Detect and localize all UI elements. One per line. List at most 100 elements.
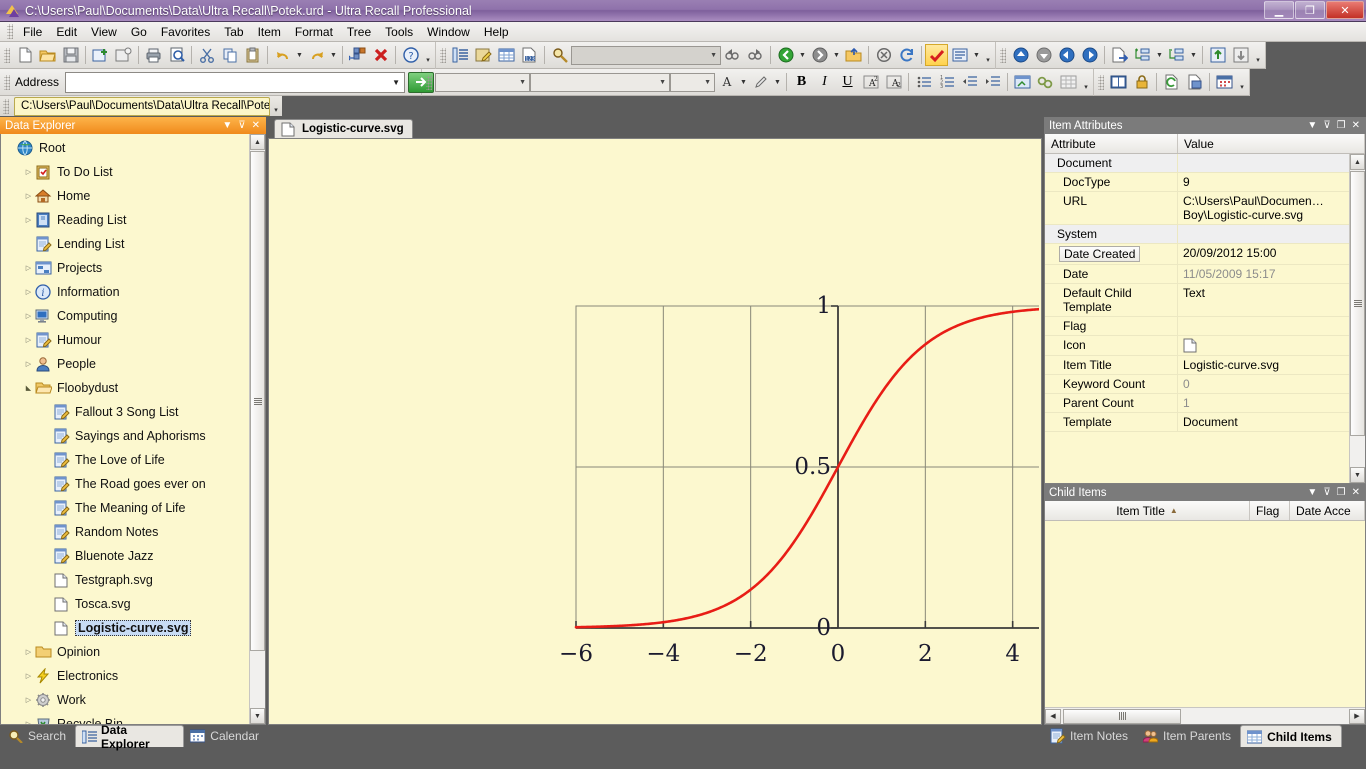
help-icon[interactable]: ? <box>399 44 422 66</box>
toolbar-grip[interactable] <box>1000 47 1006 63</box>
attribute-row[interactable]: Template Document <box>1045 413 1365 432</box>
promote-icon[interactable] <box>1206 44 1229 66</box>
export-icon[interactable] <box>1183 71 1206 93</box>
back-icon[interactable] <box>774 44 797 66</box>
expander-collapsed-icon[interactable]: ▷ <box>23 167 34 178</box>
scroll-thumb[interactable] <box>1350 171 1365 436</box>
find-previous-icon[interactable] <box>721 44 744 66</box>
tree-item-opinion[interactable]: ▷ Opinion <box>1 640 265 664</box>
bottom-tab-item-notes[interactable]: Item Notes <box>1044 725 1137 747</box>
tree-item-the-meaning-of-life[interactable]: The Meaning of Life <box>1 496 265 520</box>
tree-item-electronics[interactable]: ▷ Electronics <box>1 664 265 688</box>
scroll-down-button[interactable]: ▼ <box>250 708 265 724</box>
tree-item-random-notes[interactable]: Random Notes <box>1 520 265 544</box>
item-attributes-grid[interactable]: Attribute Value Document DocType 9 URL C:\Us… <box>1044 134 1366 484</box>
print-icon[interactable] <box>142 44 165 66</box>
attribute-row[interactable]: Icon <box>1045 336 1365 356</box>
menu-view[interactable]: View <box>84 23 124 41</box>
save-icon[interactable] <box>59 44 82 66</box>
close-icon[interactable]: ✕ <box>1352 120 1360 131</box>
tree-item-computing[interactable]: ▷ Computing <box>1 304 265 328</box>
grid-view-icon[interactable] <box>495 44 518 66</box>
scroll-left-button[interactable]: ◀ <box>1045 708 1061 724</box>
font-size-combo[interactable]: ▼ <box>670 72 715 92</box>
menu-grip[interactable] <box>7 24 13 39</box>
scroll-up-button[interactable]: ▲ <box>1350 154 1365 170</box>
maximize-icon[interactable]: ❐ <box>1337 487 1346 498</box>
calendar-icon[interactable] <box>1213 71 1236 93</box>
refresh-icon[interactable] <box>895 44 918 66</box>
child-items-grid[interactable]: Item Title ▲ Flag Date Acce ◀ ▶ <box>1044 501 1366 725</box>
expand-tree-dropdown[interactable]: ▼ <box>1154 44 1165 66</box>
find-next-icon[interactable] <box>744 44 767 66</box>
superscript-icon[interactable]: A2 <box>859 71 882 93</box>
pin-icon[interactable]: ⊽ <box>1323 120 1330 131</box>
close-icon[interactable]: ✕ <box>252 120 260 131</box>
toolbar-grip[interactable] <box>4 74 10 90</box>
attribute-value[interactable]: Logistic-curve.svg <box>1178 356 1365 374</box>
pathrow-overflow[interactable]: ▾ <box>270 97 282 116</box>
expand-tree-icon[interactable] <box>1131 44 1154 66</box>
forward-dropdown[interactable]: ▼ <box>831 44 842 66</box>
move-left-icon[interactable] <box>1055 44 1078 66</box>
forward-icon[interactable] <box>808 44 831 66</box>
scroll-thumb[interactable] <box>250 151 265 651</box>
scroll-thumb[interactable] <box>1063 708 1181 724</box>
search-combo[interactable]: ▼ <box>571 45 721 65</box>
redo-dropdown[interactable]: ▼ <box>328 44 339 66</box>
increase-indent-icon[interactable] <box>981 71 1004 93</box>
tree-item-work[interactable]: ▷ Work <box>1 688 265 712</box>
attribute-value[interactable] <box>1178 225 1365 243</box>
chevron-down-icon[interactable]: ▼ <box>1307 487 1317 498</box>
expander-collapsed-icon[interactable]: ▷ <box>23 647 34 658</box>
insert-table-icon[interactable] <box>1057 71 1080 93</box>
print-preview-icon[interactable] <box>165 44 188 66</box>
menu-favorites[interactable]: Favorites <box>154 23 217 41</box>
scroll-up-button[interactable]: ▲ <box>250 134 265 150</box>
go-up-icon[interactable] <box>842 44 865 66</box>
attribute-value[interactable]: 20/09/2012 15:00 <box>1178 244 1365 264</box>
maximize-icon[interactable]: ❐ <box>1337 120 1346 131</box>
toolbar-overflow[interactable]: ▾ <box>1252 44 1264 66</box>
menu-tree[interactable]: Tree <box>340 23 378 41</box>
demote-icon[interactable] <box>1229 44 1252 66</box>
sync-document-icon[interactable] <box>1160 71 1183 93</box>
expander-collapsed-icon[interactable]: ▷ <box>23 695 34 706</box>
database-tab[interactable]: C:\Users\Paul\Documents\Data\Ultra Recal… <box>14 96 270 116</box>
attribute-row[interactable]: Date 11/05/2009 15:17 <box>1045 265 1365 284</box>
expander-collapsed-icon[interactable]: ▷ <box>23 191 34 202</box>
tree-vertical-scrollbar[interactable]: ▲ ▼ <box>249 134 265 724</box>
menu-format[interactable]: Format <box>288 23 340 41</box>
toolbar-grip[interactable] <box>426 74 432 90</box>
tree-item-sayings-and-aphorisms[interactable]: Sayings and Aphorisms <box>1 424 265 448</box>
document-tab[interactable]: Logistic-curve.svg <box>274 119 413 138</box>
attribute-row[interactable]: Flag <box>1045 317 1365 336</box>
toolbar-overflow[interactable]: ▾ <box>1236 71 1248 93</box>
highlight-icon[interactable] <box>749 71 772 93</box>
column-header-flag[interactable]: Flag <box>1250 501 1290 520</box>
attributes-vertical-scrollbar[interactable]: ▲ ▼ <box>1349 154 1365 483</box>
expander-collapsed-icon[interactable]: ▷ <box>23 215 34 226</box>
attribute-row[interactable]: Date Created 20/09/2012 15:00 <box>1045 244 1365 265</box>
subscript-icon[interactable]: A2 <box>882 71 905 93</box>
bold-icon[interactable]: B <box>790 71 813 93</box>
attribute-value[interactable]: Document <box>1178 413 1365 431</box>
menu-item[interactable]: Item <box>251 23 288 41</box>
open-icon[interactable] <box>36 44 59 66</box>
attribute-row[interactable]: System <box>1045 225 1365 244</box>
numbered-doc-icon[interactable]: 123 <box>518 44 541 66</box>
new-sibling-icon[interactable] <box>112 44 135 66</box>
tree-item-testgraph-svg[interactable]: Testgraph.svg <box>1 568 265 592</box>
toolbar-overflow[interactable]: ▾ <box>422 44 434 66</box>
toolbar-overflow[interactable]: ▾ <box>982 44 994 66</box>
attribute-value[interactable] <box>1178 336 1365 355</box>
redo-icon[interactable] <box>305 44 328 66</box>
notes-view-icon[interactable] <box>472 44 495 66</box>
attribute-row[interactable]: Item Title Logistic-curve.svg <box>1045 356 1365 375</box>
toolbar-grip[interactable] <box>1098 74 1104 90</box>
lock-icon[interactable] <box>1130 71 1153 93</box>
delete-icon[interactable] <box>369 44 392 66</box>
expander-collapsed-icon[interactable]: ▷ <box>23 719 34 724</box>
toolbar-grip[interactable] <box>440 47 446 63</box>
bottom-tab-calendar[interactable]: Calendar <box>184 725 268 747</box>
